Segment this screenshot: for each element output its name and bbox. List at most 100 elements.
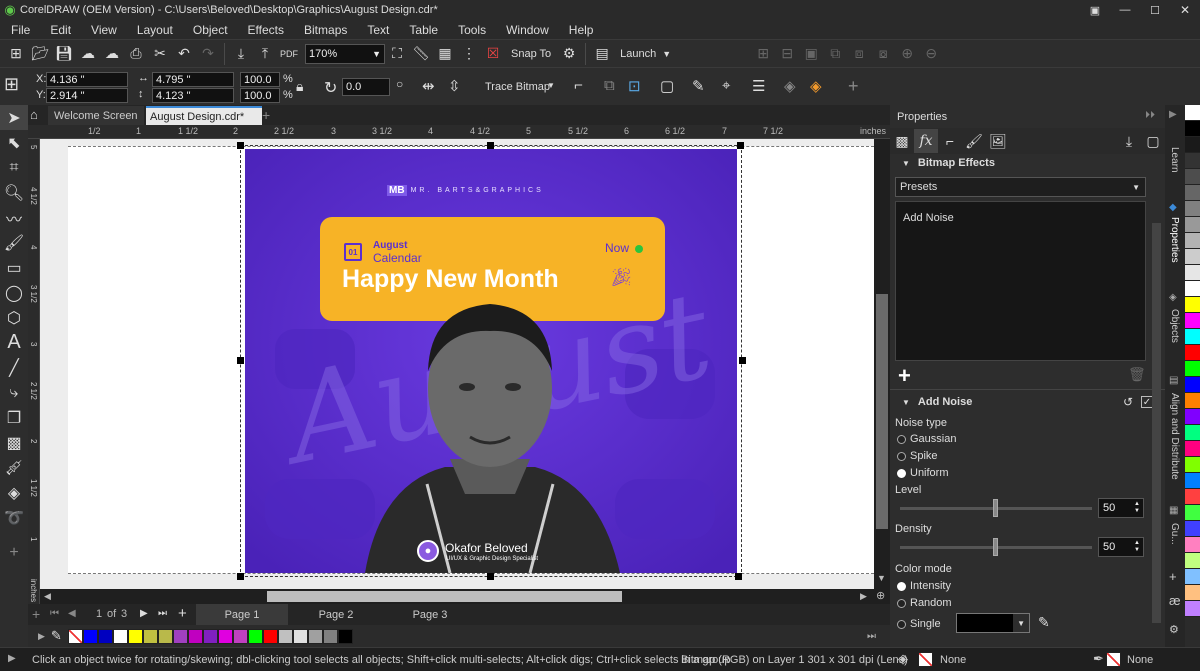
y-position-field[interactable]: 2.914 ": [46, 88, 128, 103]
color-swatch[interactable]: [82, 628, 98, 644]
next-page-icon[interactable]: ▶: [140, 608, 148, 619]
selection-handle[interactable]: [739, 357, 746, 364]
ungroup-icon[interactable]: ⧉: [823, 42, 847, 66]
selection-handle[interactable]: [737, 142, 744, 149]
color-swatch[interactable]: [157, 628, 173, 644]
full-screen-icon[interactable]: ⛶: [385, 42, 409, 66]
width-field[interactable]: 4.795 ": [152, 72, 234, 87]
open-folder-icon[interactable]: 📂︎: [28, 42, 52, 66]
print-icon[interactable]: ⎙: [124, 42, 148, 66]
publish-pdf-icon[interactable]: PDF: [277, 42, 301, 66]
color-swatch[interactable]: [322, 628, 338, 644]
presets-dropdown[interactable]: Presets ▼: [895, 177, 1146, 197]
color-swatch[interactable]: [202, 628, 218, 644]
delete-effect-icon[interactable]: 🗑︎: [1128, 366, 1146, 383]
edit-bitmap-icon[interactable]: ⊡: [628, 77, 641, 95]
chevron-down-icon[interactable]: ▼: [547, 81, 555, 90]
weld-icon[interactable]: ⊕: [895, 42, 919, 66]
color-swatch[interactable]: [1185, 345, 1200, 361]
color-swatch[interactable]: [1185, 377, 1200, 393]
effect-header[interactable]: ▼ Add Noise ↺ ✓: [890, 394, 1165, 410]
color-swatch[interactable]: [1185, 329, 1200, 345]
crop-tool-icon[interactable]: ⌗: [0, 155, 28, 180]
docker-scrollbar[interactable]: [1152, 223, 1161, 623]
resample-icon[interactable]: ⧉: [604, 77, 615, 94]
radio-intensity[interactable]: Intensity: [897, 580, 951, 592]
settings-gear-icon[interactable]: ⚙: [557, 42, 581, 66]
new-tab-icon[interactable]: +: [262, 107, 270, 123]
effects-tab-icon[interactable]: fx: [914, 129, 938, 153]
selection-handle[interactable]: [237, 573, 244, 580]
drop-shadow-tool-icon[interactable]: ❐: [0, 405, 28, 430]
status-expand-icon[interactable]: ▶: [8, 653, 16, 664]
align-icon[interactable]: ⊞: [751, 42, 775, 66]
color-swatch[interactable]: [307, 628, 323, 644]
fill-swatch[interactable]: [918, 652, 933, 667]
lock-ratio-icon[interactable]: 🔒︎: [296, 78, 303, 95]
color-swatch[interactable]: [1185, 553, 1200, 569]
selection-handle[interactable]: [735, 573, 742, 580]
polygon-tool-icon[interactable]: ⬡: [0, 305, 28, 330]
height-field[interactable]: 4.123 ": [152, 88, 234, 103]
color-swatch[interactable]: [337, 628, 353, 644]
ascii-icon[interactable]: æ: [1169, 593, 1181, 608]
layers-icon[interactable]: ◈: [784, 77, 796, 95]
effect-list-item[interactable]: Add Noise: [903, 212, 954, 224]
color-swatch[interactable]: [232, 628, 248, 644]
launch-icon[interactable]: ▤: [590, 42, 614, 66]
zoom-tool-icon[interactable]: 🔍︎: [0, 180, 28, 205]
docker-collapse-icon[interactable]: ⏵⏵: [1145, 110, 1155, 121]
chevron-down-icon[interactable]: ▼: [662, 49, 671, 59]
menu-help[interactable]: Help: [569, 23, 594, 37]
reset-icon[interactable]: ↺: [1123, 395, 1133, 409]
color-swatch[interactable]: [1185, 425, 1200, 441]
vertical-scrollbar[interactable]: ▼: [874, 139, 890, 589]
bounding-box-icon[interactable]: ▢: [660, 77, 674, 95]
color-swatch[interactable]: [1185, 569, 1200, 585]
radio-random[interactable]: Random: [897, 597, 952, 609]
color-swatch[interactable]: [1185, 441, 1200, 457]
eyedropper-icon[interactable]: ✎: [51, 628, 62, 644]
color-swatch[interactable]: [1185, 201, 1200, 217]
radio-gaussian[interactable]: Gaussian: [897, 433, 956, 445]
guidelines-icon[interactable]: ⋮: [457, 42, 481, 66]
side-tab-align[interactable]: Align and Distribute: [1169, 393, 1180, 480]
color-swatch[interactable]: [292, 628, 308, 644]
menu-file[interactable]: File: [11, 23, 30, 37]
color-swatch[interactable]: [1185, 185, 1200, 201]
connector-tool-icon[interactable]: ⤷: [0, 380, 28, 405]
color-swatch[interactable]: [217, 628, 233, 644]
color-swatch[interactable]: [1185, 505, 1200, 521]
scroll-thumb[interactable]: [876, 294, 888, 529]
color-swatch[interactable]: [127, 628, 143, 644]
menu-text[interactable]: Text: [367, 23, 389, 37]
color-swatch[interactable]: [1185, 601, 1200, 617]
last-page-icon[interactable]: ⏭: [158, 608, 167, 619]
vertical-ruler[interactable]: 5 4 1/2 4 3 1/2 3 2 1/2 2 1 1/2 1 inches: [28, 139, 40, 604]
palette-expand-icon[interactable]: ⏭: [867, 631, 876, 642]
mirror-horizontal-icon[interactable]: ⇹: [422, 77, 435, 95]
single-color-picker[interactable]: ▼: [956, 613, 1030, 633]
level-spinbox[interactable]: 50 ▲ ▼: [1098, 498, 1144, 518]
import-icon[interactable]: ⤓: [229, 42, 253, 66]
dimension-tool-icon[interactable]: ╱: [0, 355, 28, 380]
redo-icon[interactable]: ↷: [196, 42, 220, 66]
export-icon[interactable]: ⤒: [253, 42, 277, 66]
color-swatch[interactable]: [1185, 137, 1200, 153]
color-swatch[interactable]: [187, 628, 203, 644]
add-tool-icon[interactable]: +: [0, 540, 28, 565]
color-swatch[interactable]: [1185, 297, 1200, 313]
color-swatch[interactable]: [1185, 281, 1200, 297]
trace-bitmap-button[interactable]: Trace Bitmap: [485, 81, 550, 93]
menu-tools[interactable]: Tools: [458, 23, 486, 37]
tab-welcome-screen[interactable]: Welcome Screen: [48, 106, 144, 125]
add-effect-icon[interactable]: +: [898, 363, 911, 389]
menu-bitmaps[interactable]: Bitmaps: [304, 23, 347, 37]
first-page-icon[interactable]: ⏮: [50, 608, 59, 619]
cut-icon[interactable]: ✂: [148, 42, 172, 66]
apply-tab-icon[interactable]: ⤓: [1117, 129, 1141, 153]
radio-single[interactable]: Single: [897, 618, 941, 630]
tab-august-design[interactable]: August Design.cdr*: [146, 106, 262, 125]
section-header[interactable]: ▼ Bitmap Effects: [890, 155, 1165, 171]
x-position-field[interactable]: 4.136 ": [46, 72, 128, 87]
